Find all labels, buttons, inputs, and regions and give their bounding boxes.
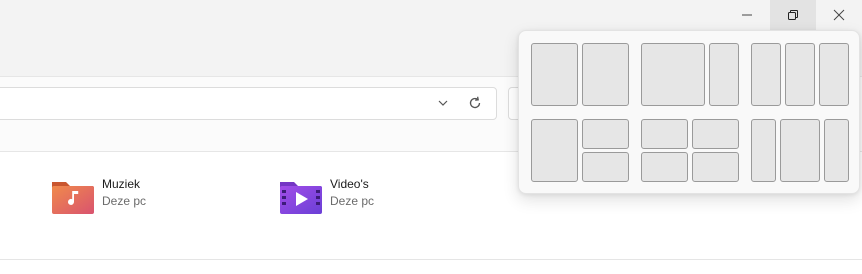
snap-zone[interactable] [692, 119, 739, 149]
snap-zone[interactable] [819, 43, 849, 106]
snap-zone[interactable] [582, 43, 629, 106]
snap-zone[interactable] [582, 119, 629, 149]
chevron-down-icon[interactable] [437, 96, 449, 115]
snap-zone[interactable] [824, 119, 849, 182]
restore-button[interactable] [770, 0, 816, 30]
address-bar[interactable] [0, 87, 497, 120]
snap-zone[interactable] [751, 43, 781, 106]
snap-zone[interactable] [751, 119, 776, 182]
item-location: Deze pc [102, 194, 147, 208]
snap-zone[interactable] [709, 43, 739, 106]
item-location: Deze pc [330, 194, 375, 208]
snap-zone[interactable] [582, 152, 629, 182]
list-item[interactable]: Video's Deze pc [279, 176, 374, 216]
minimize-icon [742, 14, 752, 16]
snap-zone[interactable] [641, 119, 688, 149]
snap-zone[interactable] [531, 43, 578, 106]
divider [0, 259, 862, 260]
snap-zone[interactable] [785, 43, 815, 106]
snap-zone[interactable] [692, 152, 739, 182]
videos-folder-icon [279, 176, 323, 216]
restore-icon [788, 10, 798, 20]
refresh-icon[interactable] [467, 95, 483, 116]
snap-zone[interactable] [641, 152, 688, 182]
item-name: Muziek [102, 177, 141, 191]
music-folder-icon [51, 176, 95, 216]
snap-zone[interactable] [641, 43, 705, 106]
list-item[interactable]: Muziek Deze pc [51, 176, 146, 216]
minimize-button[interactable] [724, 0, 770, 30]
close-button[interactable] [816, 0, 862, 30]
snap-zone[interactable] [780, 119, 820, 182]
snap-zone[interactable] [531, 119, 578, 182]
snap-layouts-flyout [518, 30, 860, 194]
close-icon [833, 9, 845, 21]
item-name: Video's [330, 177, 369, 191]
